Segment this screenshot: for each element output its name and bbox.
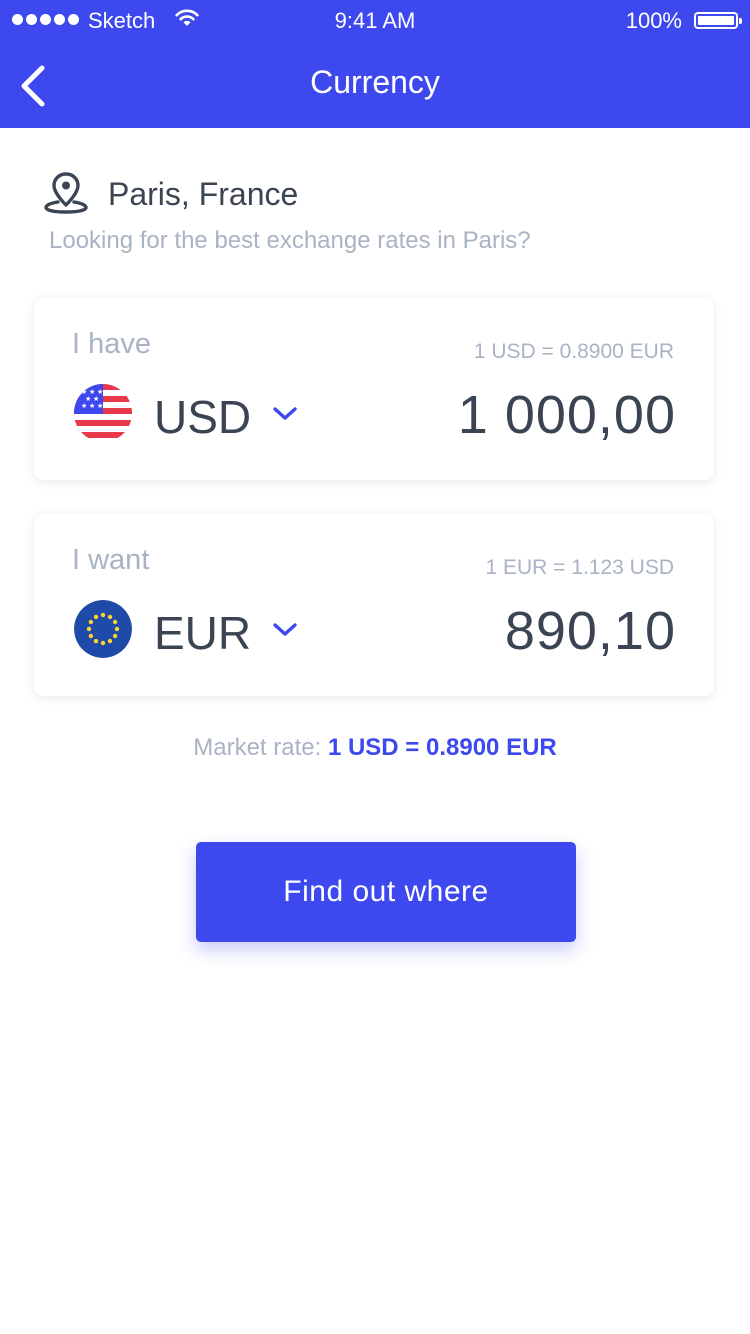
have-rate: 1 USD = 0.8900 EUR <box>473 340 674 363</box>
want-card: I want 1 EUR = 1.123 USD EUR 890,10 <box>34 514 714 696</box>
status-bar: Sketch 9:41 AM 100% <box>0 0 750 40</box>
market-rate: Market rate: 1 USD = 0.8900 EUR <box>0 734 750 762</box>
chevron-down-icon[interactable] <box>272 406 298 422</box>
us-flag-icon: ★ ★ ★ ★ ★ ★ ★ ★ <box>74 384 132 442</box>
want-amount[interactable]: 890,10 <box>505 600 676 662</box>
have-label: I have <box>72 328 151 360</box>
chevron-down-icon[interactable] <box>272 622 298 638</box>
battery-percent: 100% <box>625 8 682 33</box>
battery-icon <box>694 12 742 29</box>
nav-header: Sketch 9:41 AM 100% Currency <box>0 0 750 128</box>
want-label: I want <box>72 544 150 576</box>
market-rate-label: Market rate: <box>193 734 322 761</box>
have-currency-code[interactable]: USD <box>154 390 251 444</box>
location-subtitle: Looking for the best exchange rates in P… <box>49 227 531 254</box>
map-pin-icon <box>44 172 88 214</box>
have-card: I have 1 USD = 0.8900 EUR ★ ★ ★ ★ ★ ★ ★ ★ USD… <box>34 298 714 480</box>
svg-text:★: ★ <box>89 402 95 410</box>
market-rate-value: 1 USD = 0.8900 EUR <box>327 734 557 761</box>
svg-text:★: ★ <box>97 402 103 410</box>
want-rate: 1 EUR = 1.123 USD <box>485 556 674 579</box>
page-title: Currency <box>310 64 440 100</box>
have-amount[interactable]: 1 000,00 <box>458 384 676 446</box>
location-name: Paris, France <box>108 176 299 212</box>
eu-flag-icon <box>74 600 132 658</box>
want-currency-code[interactable]: EUR <box>154 606 251 660</box>
svg-text:★: ★ <box>81 402 87 410</box>
find-out-where-button[interactable]: Find out where <box>196 842 576 942</box>
